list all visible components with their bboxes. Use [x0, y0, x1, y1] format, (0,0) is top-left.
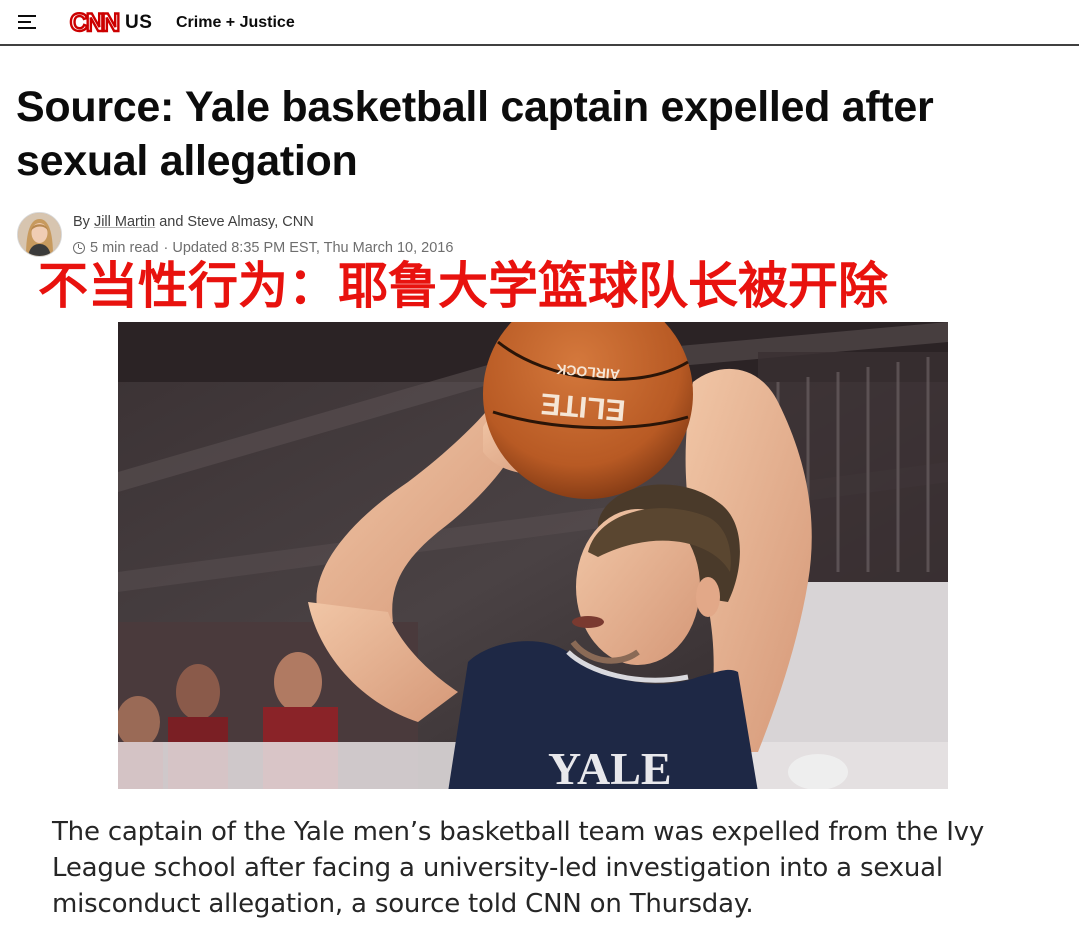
byline-prefix: By: [73, 214, 94, 230]
overlay-caption: 不当性行为：耶鲁大学篮球队长被开除: [38, 257, 888, 315]
byline-coauthors: and Steve Almasy, CNN: [155, 214, 314, 230]
clock-icon: [73, 242, 85, 254]
cnn-logo[interactable]: CNN: [67, 8, 121, 36]
byline: By Jill Martin and Steve Almasy, CNN: [73, 214, 314, 230]
basketball-player-image: ELITE AIRLOCK YALE: [118, 322, 948, 789]
edition-label[interactable]: US: [125, 12, 152, 34]
article-lead-paragraph: The captain of the Yale men’s basketball…: [52, 817, 985, 919]
section-link[interactable]: Crime + Justice: [176, 14, 295, 32]
top-navigation-bar: CNN US Crime + Justice: [0, 0, 1079, 46]
article-photo[interactable]: ELITE AIRLOCK YALE: [118, 322, 948, 789]
svg-text:CNN: CNN: [70, 9, 119, 36]
jersey-text: YALE: [548, 743, 672, 789]
author-link[interactable]: Jill Martin: [94, 214, 155, 230]
author-avatar[interactable]: [17, 212, 62, 257]
hamburger-menu-icon[interactable]: [18, 12, 38, 32]
article-headline: Source: Yale basketball captain expelled…: [16, 83, 934, 185]
